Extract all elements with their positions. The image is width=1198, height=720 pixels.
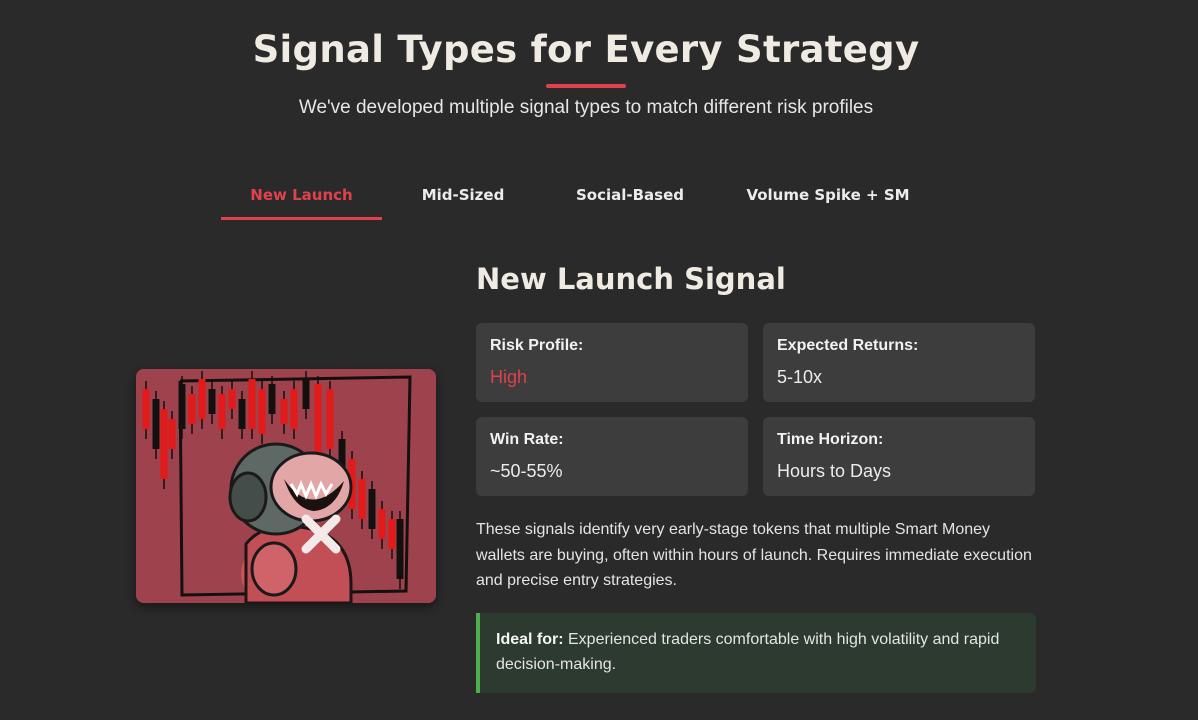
risk-profile-value: High: [490, 367, 528, 387]
win-rate-card: Win Rate: ~50-55%: [476, 417, 748, 496]
win-rate-value: ~50-55%: [490, 461, 563, 481]
candle-body: [388, 519, 396, 549]
candle-body: [178, 384, 186, 429]
candle-body: [258, 389, 266, 434]
candle-body: [290, 389, 298, 429]
candle-body: [238, 399, 246, 429]
candle-body: [160, 409, 168, 479]
expected-returns-value: 5-10x: [777, 367, 823, 387]
candle-body: [378, 509, 386, 539]
candle-body: [208, 389, 216, 414]
tab-volume-spike-sm[interactable]: Volume Spike + SM: [716, 176, 940, 220]
expected-returns-card: Expected Returns: 5-10x: [763, 323, 1035, 402]
time-horizon-label: Time Horizon:: [777, 431, 884, 448]
candle-body: [218, 394, 226, 429]
candle-body: [358, 479, 366, 519]
ideal-for-text: Experienced traders comfortable with hig…: [496, 631, 1000, 673]
win-rate-label: Win Rate:: [490, 431, 564, 448]
time-horizon-card: Time Horizon: Hours to Days: [763, 417, 1035, 496]
candle-body: [396, 519, 404, 579]
tab-social-based[interactable]: Social-Based: [544, 176, 716, 220]
expected-returns-label: Expected Returns:: [777, 337, 919, 354]
section-title: Signal Types for Every Strategy: [252, 28, 920, 71]
mascot-chart-icon: [136, 369, 436, 603]
candle-body: [280, 399, 288, 424]
candle-body: [228, 389, 236, 409]
section-subtitle: We've developed multiple signal types to…: [298, 97, 874, 118]
signal-tabs: New Launch Mid-Sized Social-Based Volume…: [221, 176, 940, 220]
candle-body: [152, 399, 160, 449]
risk-profile-label: Risk Profile:: [490, 337, 584, 354]
candle-body: [302, 379, 310, 409]
signal-types-section: Signal Types for Every Strategy We've de…: [0, 0, 1198, 720]
candle-body: [326, 389, 334, 449]
candle-body: [198, 379, 206, 419]
candle-body: [168, 419, 176, 449]
candle-body: [268, 384, 276, 414]
candle-body: [368, 489, 376, 529]
tab-new-launch[interactable]: New Launch: [221, 176, 382, 220]
candle-body: [248, 379, 256, 429]
ideal-for-callout: Ideal for: Experienced traders comfortab…: [476, 613, 1036, 693]
candle-body: [142, 389, 150, 429]
signal-illustration: [136, 369, 436, 603]
signal-description: These signals identify very early-stage …: [476, 521, 1032, 589]
candle-body: [188, 394, 196, 424]
tab-mid-sized[interactable]: Mid-Sized: [382, 176, 544, 220]
signal-title: New Launch Signal: [476, 262, 786, 296]
time-horizon-value: Hours to Days: [777, 461, 892, 481]
risk-profile-card: Risk Profile: High: [476, 323, 748, 402]
ideal-for-label: Ideal for:: [496, 631, 564, 648]
title-underline: [546, 84, 626, 88]
